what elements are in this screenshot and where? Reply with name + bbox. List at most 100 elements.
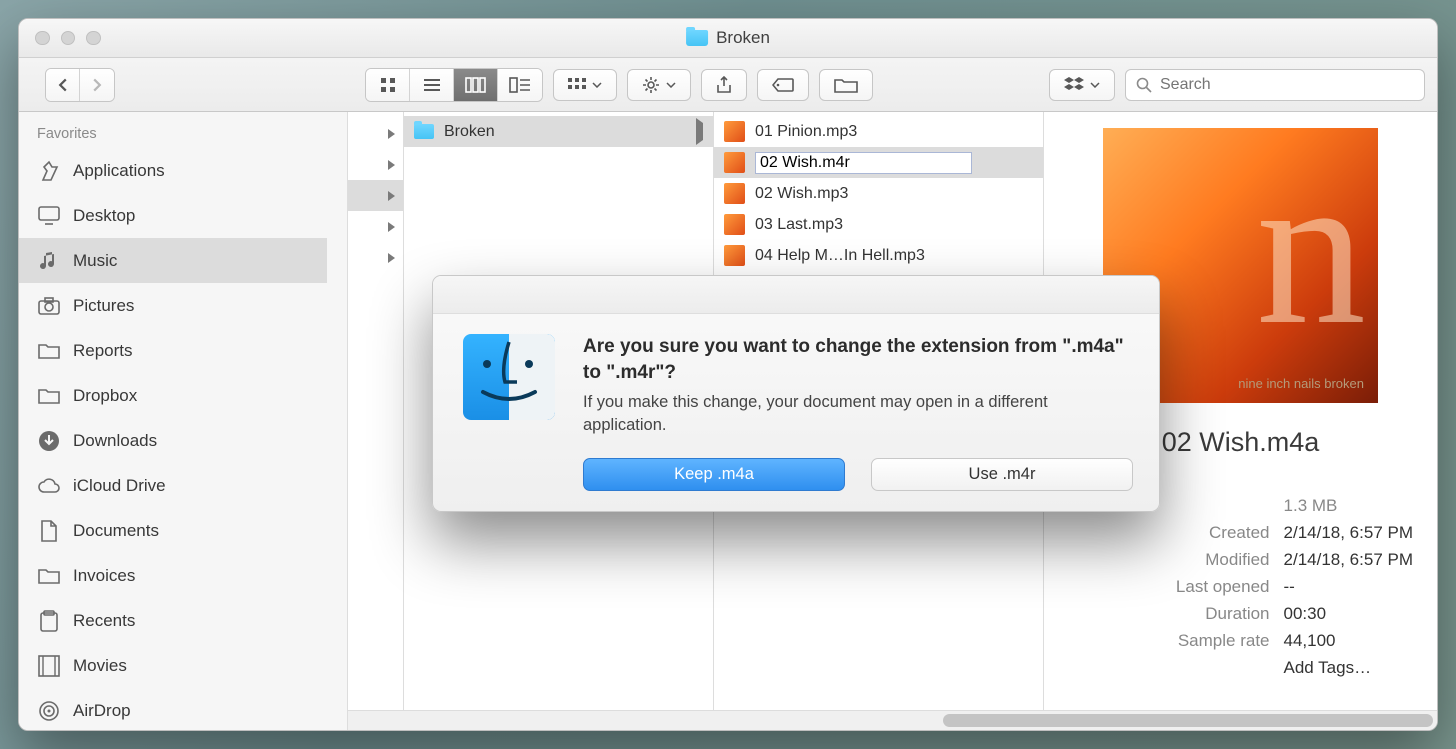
file-row[interactable]: 04 Help M…In Hell.mp3 <box>714 240 1043 271</box>
app-icon <box>37 159 61 183</box>
preview-filename: 02 Wish.m4a <box>1162 427 1320 458</box>
folder-icon <box>37 339 61 363</box>
recents-icon <box>37 609 61 633</box>
sidebar-item-label: Invoices <box>73 566 135 586</box>
sidebar-item-pictures[interactable]: Pictures <box>19 283 327 328</box>
audio-file-icon <box>724 214 745 235</box>
close-window-button[interactable] <box>35 31 50 46</box>
file-row[interactable]: 03 Last.mp3 <box>714 209 1043 240</box>
folder-icon <box>686 30 708 46</box>
meta-value: 2/14/18, 6:57 PM <box>1284 550 1413 570</box>
dialog-question: Are you sure you want to change the exte… <box>583 334 1133 385</box>
dialog-detail: If you make this change, your document m… <box>583 391 1133 436</box>
action-button[interactable] <box>627 69 691 101</box>
zoom-window-button[interactable] <box>86 31 101 46</box>
dropbox-button[interactable] <box>1049 69 1115 101</box>
cloud-icon <box>37 474 61 498</box>
sidebar-item-label: iCloud Drive <box>73 476 166 496</box>
icon-view-button[interactable] <box>366 69 410 101</box>
sidebar-item-icloud-drive[interactable]: iCloud Drive <box>19 463 327 508</box>
window-title: Broken <box>686 28 770 48</box>
meta-value: -- <box>1284 577 1413 597</box>
share-button[interactable] <box>701 69 747 101</box>
sidebar-item-label: Pictures <box>73 296 134 316</box>
scrollbar-thumb[interactable] <box>943 714 1433 727</box>
arrange-button[interactable] <box>553 69 617 101</box>
chevron-right-icon <box>696 123 703 141</box>
meta-key: Sample rate <box>1068 631 1270 651</box>
sidebar-item-recents[interactable]: Recents <box>19 598 327 643</box>
dialog-titlebar <box>433 276 1159 314</box>
folder-name: Broken <box>444 123 495 141</box>
file-row[interactable] <box>714 147 1043 178</box>
horizontal-scrollbar[interactable] <box>348 710 1437 730</box>
sidebar-item-label: Music <box>73 251 117 271</box>
window-title-text: Broken <box>716 28 770 48</box>
filename-label: 02 Wish.mp3 <box>755 185 848 203</box>
sidebar-item-downloads[interactable]: Downloads <box>19 418 327 463</box>
sidebar-item-label: AirDrop <box>73 701 131 721</box>
audio-file-icon <box>724 183 745 204</box>
meta-key: Duration <box>1068 604 1270 624</box>
folder-disclosure[interactable] <box>348 149 403 180</box>
sidebar-item-label: Movies <box>73 656 127 676</box>
new-folder-button[interactable] <box>819 69 873 101</box>
folder-row[interactable]: Broken <box>404 116 713 147</box>
sidebar-item-dropbox[interactable]: Dropbox <box>19 373 327 418</box>
sidebar-item-movies[interactable]: Movies <box>19 643 327 688</box>
minimize-window-button[interactable] <box>61 31 76 46</box>
sidebar-item-invoices[interactable]: Invoices <box>19 553 327 598</box>
file-row[interactable]: 01 Pinion.mp3 <box>714 116 1043 147</box>
sidebar-item-reports[interactable]: Reports <box>19 328 327 373</box>
view-switcher <box>365 68 543 102</box>
gallery-view-button[interactable] <box>498 69 542 101</box>
file-row[interactable]: 02 Wish.mp3 <box>714 178 1043 209</box>
meta-value: 44,100 <box>1284 631 1413 651</box>
sidebar: Favorites ApplicationsDesktopMusicPictur… <box>19 112 348 730</box>
camera-icon <box>37 294 61 318</box>
folder-disclosure[interactable] <box>348 118 403 149</box>
album-caption: nine inch nails broken <box>1238 376 1364 391</box>
column-0 <box>348 112 404 730</box>
titlebar: Broken <box>19 19 1437 58</box>
filename-label: 01 Pinion.mp3 <box>755 123 857 141</box>
extension-change-dialog: Are you sure you want to change the exte… <box>432 275 1160 512</box>
sidebar-scrollbar[interactable] <box>327 112 347 730</box>
folder-disclosure[interactable] <box>348 211 403 242</box>
folder-disclosure[interactable] <box>348 180 403 211</box>
audio-file-icon <box>724 121 745 142</box>
folder-icon <box>37 384 61 408</box>
column-view-button[interactable] <box>454 69 498 101</box>
download-icon <box>37 429 61 453</box>
add-tags-link[interactable]: Add Tags… <box>1284 658 1413 678</box>
chevron-right-icon <box>388 129 395 139</box>
preview-metadata: 1.3 MB Created2/14/18, 6:57 PMModified2/… <box>1068 496 1413 678</box>
use-extension-button[interactable]: Use .m4r <box>871 458 1133 491</box>
meta-key: Modified <box>1068 550 1270 570</box>
meta-key: Created <box>1068 523 1270 543</box>
desktop-icon <box>37 204 61 228</box>
meta-value: 2/14/18, 6:57 PM <box>1284 523 1413 543</box>
airdrop-icon <box>37 699 61 723</box>
search-field[interactable] <box>1125 69 1425 101</box>
back-button[interactable] <box>46 69 80 101</box>
audio-file-icon <box>724 245 745 266</box>
folder-icon <box>834 77 858 93</box>
forward-button[interactable] <box>80 69 114 101</box>
sidebar-item-music[interactable]: Music <box>19 238 327 283</box>
filename-edit-input[interactable] <box>755 152 972 174</box>
sidebar-item-label: Desktop <box>73 206 135 226</box>
search-input[interactable] <box>1160 76 1414 94</box>
folder-disclosure[interactable] <box>348 242 403 273</box>
document-icon <box>37 519 61 543</box>
finder-icon <box>463 334 555 420</box>
sidebar-item-applications[interactable]: Applications <box>19 148 327 193</box>
tags-button[interactable] <box>757 69 809 101</box>
movies-icon <box>37 654 61 678</box>
list-view-button[interactable] <box>410 69 454 101</box>
nav-buttons <box>45 68 115 102</box>
keep-extension-button[interactable]: Keep .m4a <box>583 458 845 491</box>
sidebar-item-documents[interactable]: Documents <box>19 508 327 553</box>
sidebar-item-desktop[interactable]: Desktop <box>19 193 327 238</box>
sidebar-item-airdrop[interactable]: AirDrop <box>19 688 327 730</box>
